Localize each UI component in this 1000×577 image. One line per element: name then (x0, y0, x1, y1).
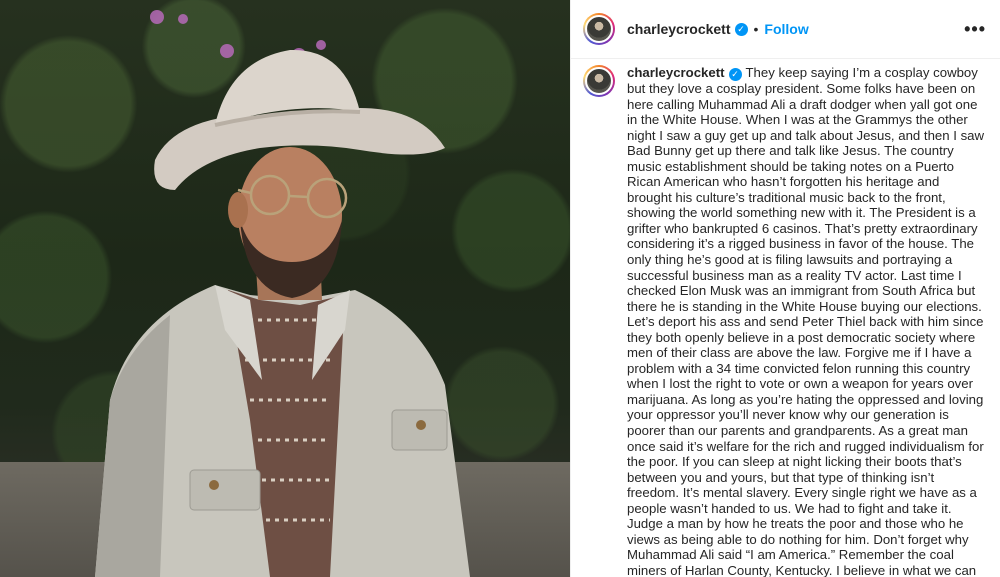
verified-badge-icon: ✓ (734, 22, 748, 36)
jacket-pocket (391, 409, 448, 451)
jacket-shadow (95, 315, 170, 577)
post-panel: charleycrockett ✓ • Follow ••• charleycr… (570, 0, 1000, 577)
post-header: charleycrockett ✓ • Follow ••• (571, 0, 1000, 59)
caption-comment: charleycrockett ✓ They keep saying I’m a c… (571, 59, 1000, 577)
caption-body: charleycrockett ✓ They keep saying I’m a c… (627, 65, 986, 577)
verified-badge-icon: ✓ (728, 68, 742, 81)
separator-dot: • (753, 21, 759, 37)
follow-button[interactable]: Follow (764, 21, 808, 37)
username-link[interactable]: charleycrockett (627, 21, 731, 37)
caption-username-link[interactable]: charleycrockett (627, 65, 725, 80)
caption-text: They keep saying I’m a cosplay cowboy bu… (627, 65, 985, 577)
profile-avatar[interactable] (583, 13, 615, 45)
more-options-icon[interactable]: ••• (964, 19, 986, 40)
portrait-illustration (95, 49, 470, 577)
post-image[interactable] (0, 0, 570, 577)
avatar-photo (585, 67, 613, 95)
jacket-pocket (189, 469, 261, 511)
caption-avatar[interactable] (583, 65, 615, 97)
avatar-photo (585, 15, 613, 43)
